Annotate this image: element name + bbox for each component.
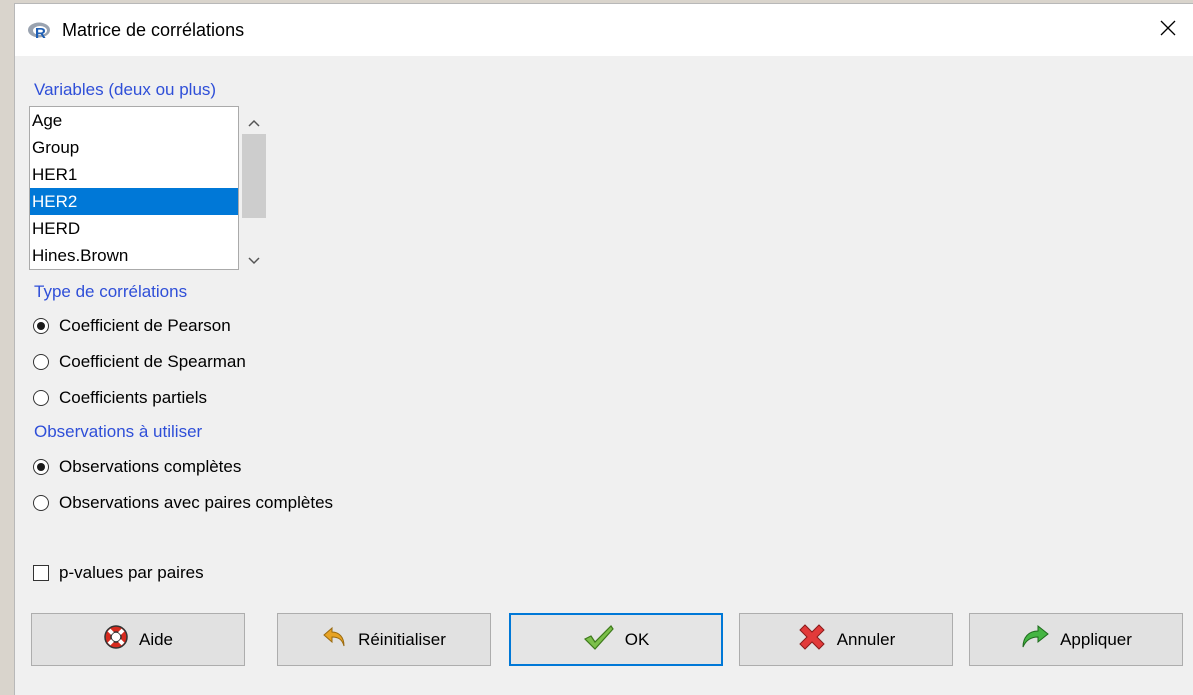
radio-button[interactable] [33,354,49,370]
radio-button[interactable] [33,318,49,334]
apply-label: Appliquer [1060,629,1132,649]
variables-scrollbar[interactable] [241,106,267,270]
list-item[interactable]: Age [30,107,238,134]
cancel-x-icon [797,624,827,655]
list-item[interactable]: HERD [30,215,238,242]
list-item[interactable]: Group [30,134,238,161]
apply-arrow-icon [1020,624,1050,655]
radio-complete-obs[interactable]: Observations complètes [33,455,241,479]
variables-label: Variables (deux ou plus) [34,80,217,99]
checkmark-icon [583,624,615,655]
apply-button[interactable]: Appliquer [969,613,1183,666]
radio-label: Observations avec paires complètes [59,493,334,512]
radio-label: Coefficient de Spearman [59,352,246,371]
lifebuoy-icon [103,624,129,655]
list-item[interactable]: HER1 [30,161,238,188]
title-bar: R Matrice de corrélations [15,4,1193,56]
list-item-selected[interactable]: HER2 [30,188,238,215]
radio-button[interactable] [33,390,49,406]
radio-label: Coefficients partiels [59,388,208,407]
radio-label: Coefficient de Pearson [59,316,231,335]
r-logo-icon: R [27,21,51,42]
undo-arrow-icon [322,625,348,654]
radio-label: Observations complètes [59,457,242,476]
help-label: Aide [138,629,174,649]
reset-button[interactable]: Réinitialiser [277,613,491,666]
radio-spearman[interactable]: Coefficient de Spearman [33,350,246,374]
pvalues-checkbox-row[interactable]: p-values par paires [33,561,204,585]
chevron-up-icon[interactable] [248,114,260,132]
radio-button[interactable] [33,459,49,475]
variables-listbox[interactable]: Age Group HER1 HER2 HERD Hines.Brown [29,106,239,270]
radio-pearson[interactable]: Coefficient de Pearson [33,314,231,338]
correlation-matrix-dialog: R Matrice de corrélations Variables (deu… [14,3,1193,695]
close-button[interactable] [1142,4,1193,56]
cancel-button[interactable]: Annuler [739,613,953,666]
radio-button[interactable] [33,495,49,511]
correlation-type-label: Type de corrélations [34,282,188,301]
pvalues-label: p-values par paires [59,563,204,582]
ok-label: OK [624,629,650,649]
scroll-thumb[interactable] [242,134,266,218]
help-button[interactable]: Aide [31,613,245,666]
observations-label: Observations à utiliser [34,422,203,441]
list-item[interactable]: Hines.Brown [30,242,238,269]
chevron-down-icon[interactable] [248,252,260,270]
radio-partial[interactable]: Coefficients partiels [33,386,207,410]
close-icon [1160,20,1176,41]
window-title: Matrice de corrélations [62,20,245,40]
cancel-label: Annuler [836,629,896,649]
svg-text:R: R [35,25,46,41]
ok-button[interactable]: OK [509,613,723,666]
reset-label: Réinitialiser [358,629,446,649]
pvalues-checkbox[interactable] [33,565,49,581]
radio-pairwise-obs[interactable]: Observations avec paires complètes [33,491,333,515]
